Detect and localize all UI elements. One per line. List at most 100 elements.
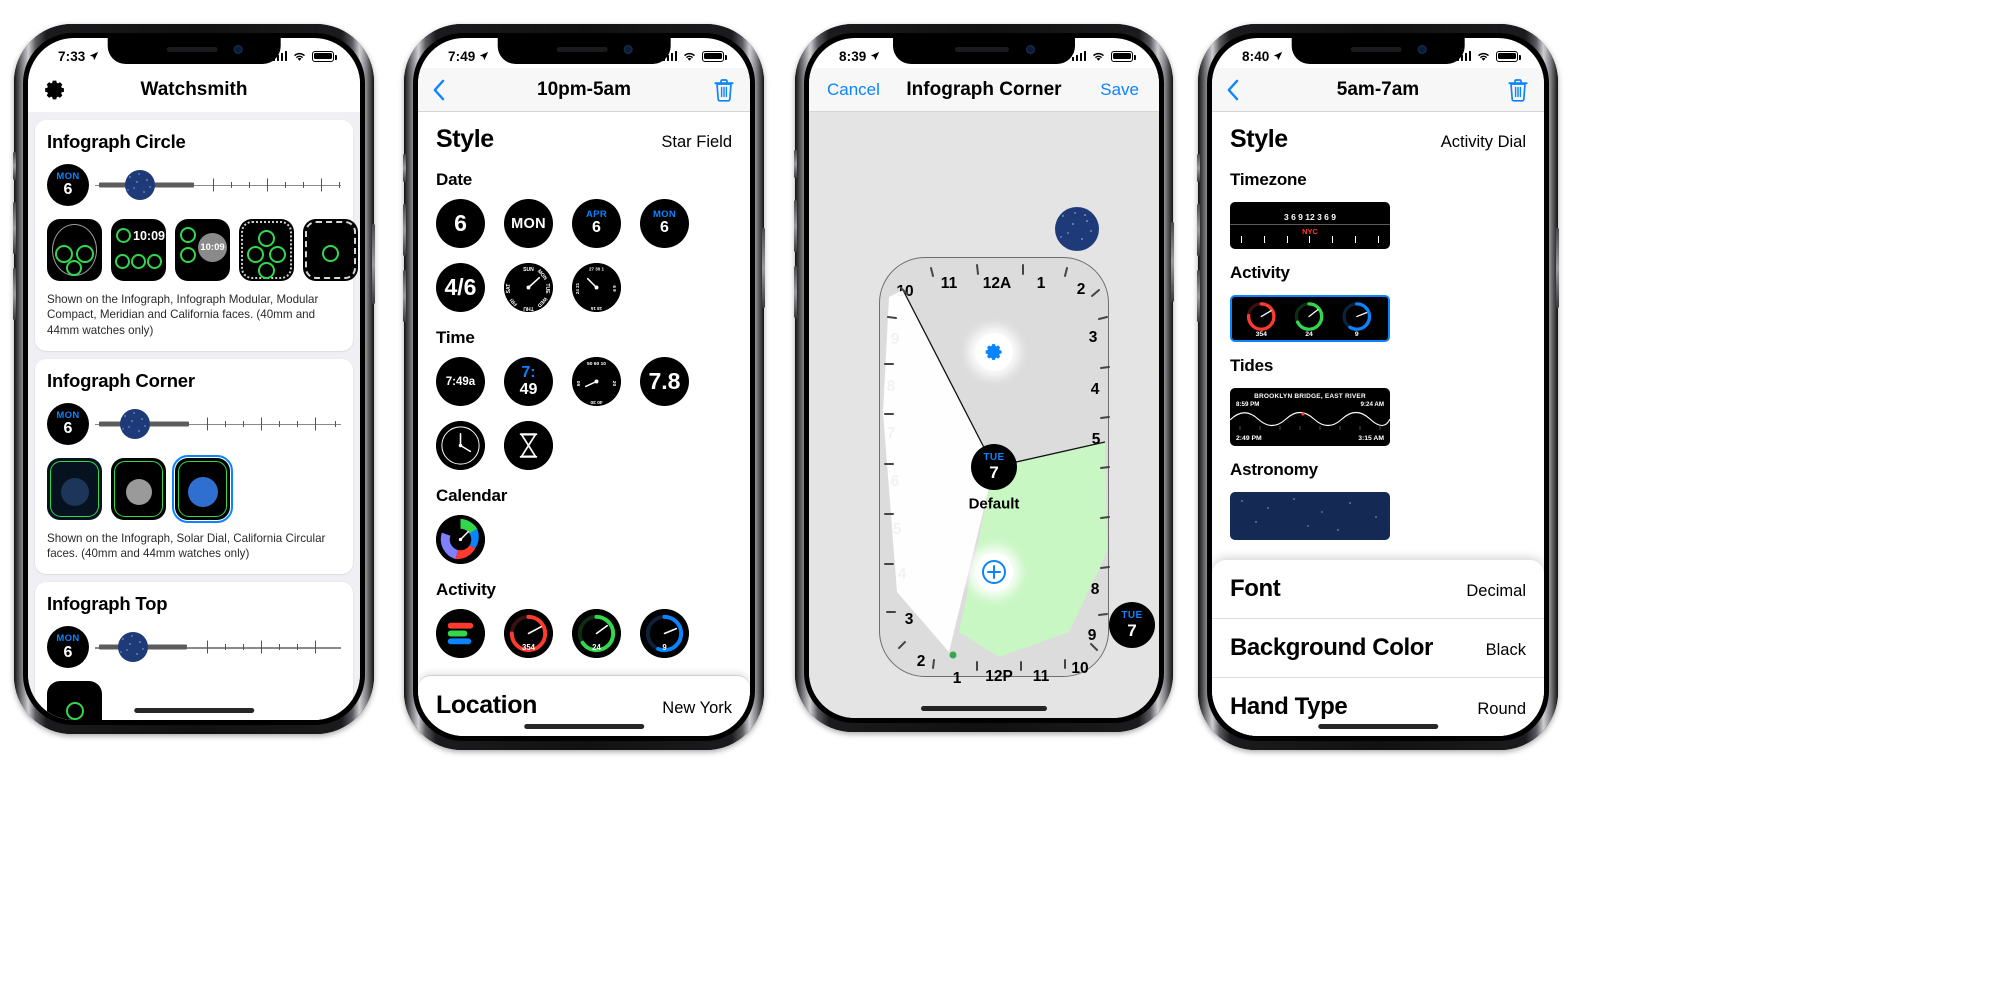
save-button[interactable]: Save <box>1100 80 1139 100</box>
star-field-chip[interactable] <box>1055 207 1099 251</box>
row-font[interactable]: Font Decimal <box>1212 560 1544 619</box>
content-scroll[interactable]: Style Activity Dial Timezone 3 6 9 12 3 … <box>1212 112 1544 736</box>
center-complication-chip[interactable]: TUE 7 <box>971 444 1017 490</box>
volume-up-button[interactable] <box>794 200 797 252</box>
dial-editor-canvas[interactable]: 10 9 8 7 6 5 4 3 2 11 12A 1 2 3 4 <box>809 112 1159 718</box>
date-options-row-1[interactable]: 6 MON APR 6 MON 6 <box>418 196 750 250</box>
save-label: Save <box>1100 79 1139 99</box>
volume-down-button[interactable] <box>13 268 16 320</box>
card-infograph-circle[interactable]: Infograph Circle MON 6 10:09 10:09 Shown… <box>35 120 358 351</box>
cancel-button[interactable]: Cancel <box>827 80 880 100</box>
volume-down-button[interactable] <box>794 266 797 318</box>
option-activity-move[interactable]: 354 <box>504 609 553 658</box>
timeline-track[interactable] <box>95 164 341 206</box>
gear-fab-button[interactable] <box>975 333 1013 371</box>
option-time-digital[interactable]: 7:49a <box>436 357 485 406</box>
option-label-bottom: 49 <box>519 380 538 398</box>
power-button[interactable] <box>1556 228 1559 308</box>
timeline-row[interactable]: MON 6 <box>47 164 341 206</box>
thumb-astronomy[interactable] <box>1230 492 1390 540</box>
option-time-analog[interactable] <box>436 421 485 470</box>
volume-up-button[interactable] <box>13 202 16 254</box>
thumb-tides[interactable]: BROOKLYN BRIDGE, EAST RIVER 8:59 PM 9:24… <box>1230 388 1390 446</box>
card-infograph-top[interactable]: Infograph Top MON 6 <box>35 582 353 720</box>
option-date-number[interactable]: 6 <box>436 199 485 248</box>
option-calendar-dial[interactable] <box>436 515 485 564</box>
options-sheet[interactable]: Font Decimal Background Color Black Hand… <box>1212 560 1544 736</box>
thumb-timezone[interactable]: 3 6 9 12 3 6 9 NYC <box>1230 202 1390 249</box>
timeline-knob[interactable] <box>118 632 148 663</box>
back-button[interactable] <box>432 79 445 101</box>
back-button[interactable] <box>1226 79 1239 101</box>
power-button[interactable] <box>1171 222 1174 302</box>
time-options-row-2[interactable] <box>418 408 750 472</box>
status-right <box>662 50 727 62</box>
calendar-options-row[interactable] <box>418 512 750 566</box>
option-activity-bars[interactable] <box>436 609 485 658</box>
row-background-color[interactable]: Background Color Black <box>1212 619 1544 678</box>
delete-button[interactable] <box>714 78 734 102</box>
volume-up-button[interactable] <box>1197 204 1200 256</box>
timeline-track[interactable] <box>95 403 341 445</box>
style-row[interactable]: Style Activity Dial <box>1212 112 1544 156</box>
option-time-decimal[interactable]: 7.8 <box>640 357 689 406</box>
option-date-weekday-day[interactable]: MON 6 <box>640 199 689 248</box>
power-button[interactable] <box>762 228 765 308</box>
timeline-track[interactable] <box>95 626 341 668</box>
hourglass-icon <box>504 421 553 470</box>
phone-screen: 8:40 5am-7am Style Activity Dial Timezon… <box>1212 38 1544 736</box>
power-button[interactable] <box>372 224 375 304</box>
content-scroll[interactable]: Style Star Field Date 6 MON APR 6 MON 6 … <box>418 112 750 736</box>
volume-down-button[interactable] <box>403 270 406 322</box>
delete-button[interactable] <box>1508 78 1528 102</box>
style-label: Style <box>436 125 494 153</box>
home-indicator <box>1318 724 1438 729</box>
weekday-dial-icon: SUN MON TUE WED THU FRI SAT <box>504 263 553 312</box>
analog-clock-icon <box>436 421 485 470</box>
option-date-weekday-dial[interactable]: SUN MON TUE WED THU FRI SAT <box>504 263 553 312</box>
mute-switch[interactable] <box>13 152 16 180</box>
chip-day: 7 <box>1127 620 1137 640</box>
content-scroll[interactable]: Infograph Circle MON 6 10:09 10:09 Shown… <box>28 112 360 720</box>
status-left: 8:39 <box>839 49 880 64</box>
mute-switch[interactable] <box>403 154 406 182</box>
date-options-row-2[interactable]: 4/6 SUN MON TUE WED THU FRI SAT 27 30 1 … <box>418 250 750 314</box>
option-date-weekday[interactable]: MON <box>504 199 553 248</box>
activity-options-row[interactable]: 354 24 9 <box>418 606 750 660</box>
activity-move-value: 354 <box>522 643 536 652</box>
svg-text:SAT: SAT <box>506 283 512 294</box>
timeline-knob[interactable] <box>125 170 155 200</box>
timeline-knob[interactable] <box>120 408 150 439</box>
option-time-seconds-dial[interactable]: 50 60 10 20 40 30 50 <box>572 357 621 406</box>
card-infograph-corner[interactable]: Infograph Corner MON 6 Shown on the Info… <box>35 358 353 575</box>
activity-move-value: 354 <box>1256 331 1268 338</box>
watch-preview <box>303 219 358 281</box>
thumb-activity[interactable]: 354 24 9 <box>1230 295 1390 342</box>
plus-circle-icon <box>982 560 1006 584</box>
tides-low-1: 2:49 PM <box>1236 435 1262 442</box>
option-time-hourglass[interactable] <box>504 421 553 470</box>
time-options-row-1[interactable]: 7:49a 7: 49 50 60 10 20 40 30 50 7.8 <box>418 354 750 408</box>
option-activity-stand[interactable]: 9 <box>640 609 689 658</box>
mute-switch[interactable] <box>1197 154 1200 182</box>
activity-stand-ring-icon: 9 <box>640 609 689 658</box>
volume-up-button[interactable] <box>403 204 406 256</box>
front-camera <box>1417 45 1427 54</box>
add-fab-button[interactable] <box>975 553 1013 591</box>
chip-day: 6 <box>63 181 73 199</box>
volume-down-button[interactable] <box>1197 270 1200 322</box>
option-date-month-day[interactable]: APR 6 <box>572 199 621 248</box>
option-time-stacked[interactable]: 7: 49 <box>504 357 553 406</box>
mute-switch[interactable] <box>794 150 797 178</box>
timeline-row[interactable]: MON 6 <box>47 626 341 669</box>
timeline-row[interactable]: MON 6 <box>47 402 341 445</box>
phone-dial-editor: 8:39 Cancel Infograph Corner Save 3 2 11… <box>794 24 1174 732</box>
option-activity-exercise[interactable]: 24 <box>572 609 621 658</box>
corner-complication-chip[interactable]: TUE 7 <box>1109 602 1155 648</box>
style-row[interactable]: Style Star Field <box>418 112 750 156</box>
settings-button[interactable] <box>42 77 68 103</box>
option-date-month-slash-day[interactable]: 4/6 <box>436 263 485 312</box>
option-date-month-dial[interactable]: 27 30 1 6 9 18 15 24 21 <box>572 263 621 312</box>
section-label-time: Time <box>436 328 475 347</box>
chip-weekday: MON <box>56 409 80 421</box>
